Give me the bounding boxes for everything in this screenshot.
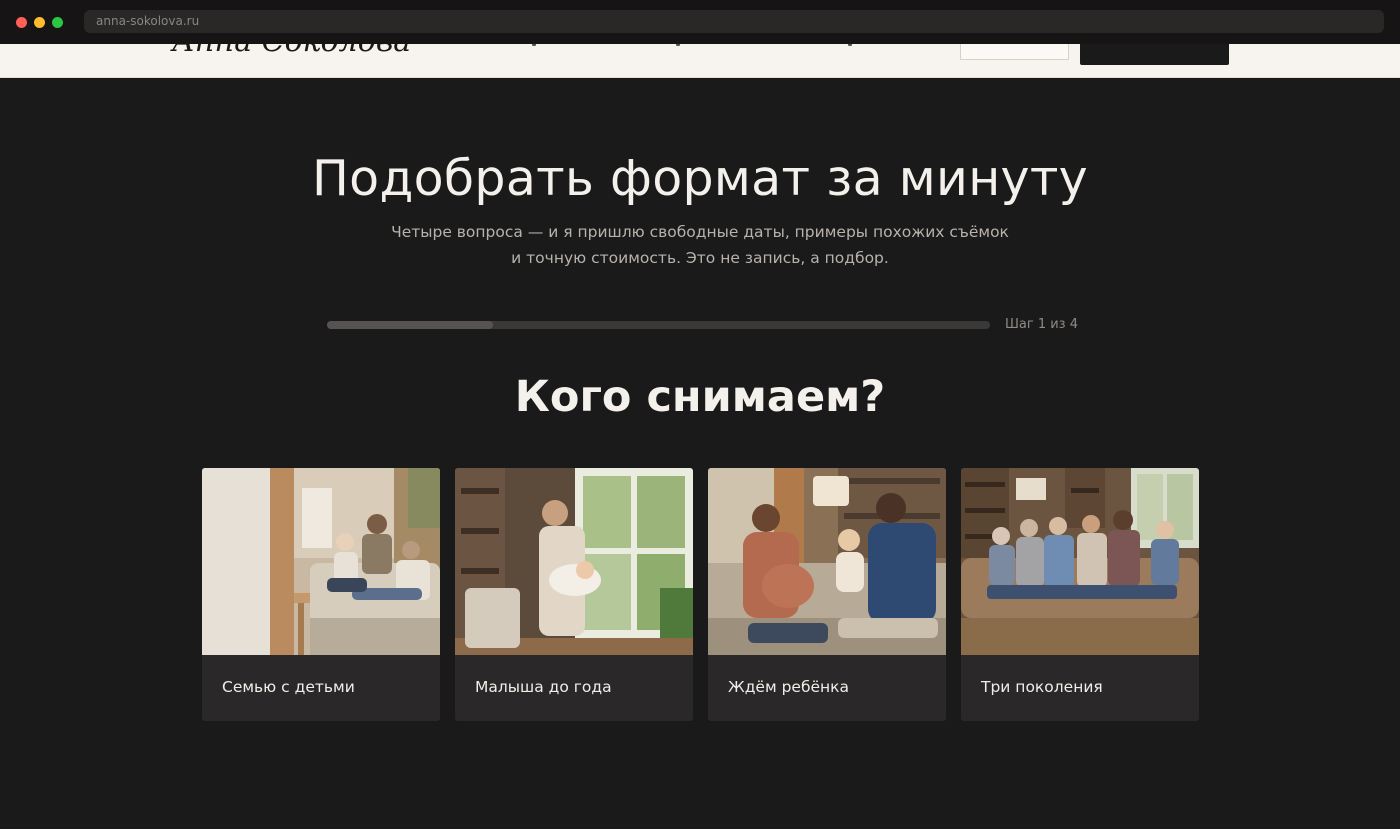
quiz-progress-bar	[327, 321, 990, 329]
family-with-children-photo	[202, 468, 440, 655]
header-secondary-button[interactable]	[960, 44, 1069, 60]
site-header: Анна Соколова	[0, 44, 1400, 78]
quiz-progress-fill	[327, 321, 493, 329]
address-bar-url: anna-sokolova.ru	[96, 14, 200, 28]
option-label: Семью с детьми	[222, 678, 355, 696]
quiz-subtitle: Четыре вопроса — и я пришлю свободные да…	[391, 223, 1009, 267]
address-bar[interactable]: anna-sokolova.ru	[84, 10, 1384, 33]
quiz-step-label: Шаг 1 из 4	[1005, 317, 1078, 332]
option-card-generations[interactable]: Три поколения	[961, 468, 1199, 721]
option-card-pregnancy[interactable]: Ждём ребёнка	[708, 468, 946, 721]
close-window-button[interactable]	[16, 17, 27, 28]
quiz-title: Подобрать формат за минуту	[312, 150, 1088, 207]
quiz-section: Подобрать формат за минуту Четыре вопрос…	[0, 78, 1400, 829]
option-label: Малыша до года	[475, 678, 612, 696]
option-label: Три поколения	[981, 678, 1103, 696]
option-card-baby[interactable]: Малыша до года	[455, 468, 693, 721]
nav-link[interactable]	[676, 44, 680, 46]
nav-link[interactable]	[848, 44, 852, 46]
baby-under-one-photo	[455, 468, 693, 655]
option-label: Ждём ребёнка	[728, 678, 850, 696]
three-generations-photo	[961, 468, 1199, 655]
site-logo[interactable]: Анна Соколова	[172, 44, 411, 59]
maximize-window-button[interactable]	[52, 17, 63, 28]
option-card-family[interactable]: Семью с детьми	[202, 468, 440, 721]
quiz-question: Кого снимаем?	[514, 372, 886, 422]
nav-link[interactable]	[532, 44, 536, 46]
browser-chrome: anna-sokolova.ru	[0, 0, 1400, 44]
header-primary-button[interactable]	[1080, 44, 1229, 65]
minimize-window-button[interactable]	[34, 17, 45, 28]
expecting-baby-photo	[708, 468, 946, 655]
